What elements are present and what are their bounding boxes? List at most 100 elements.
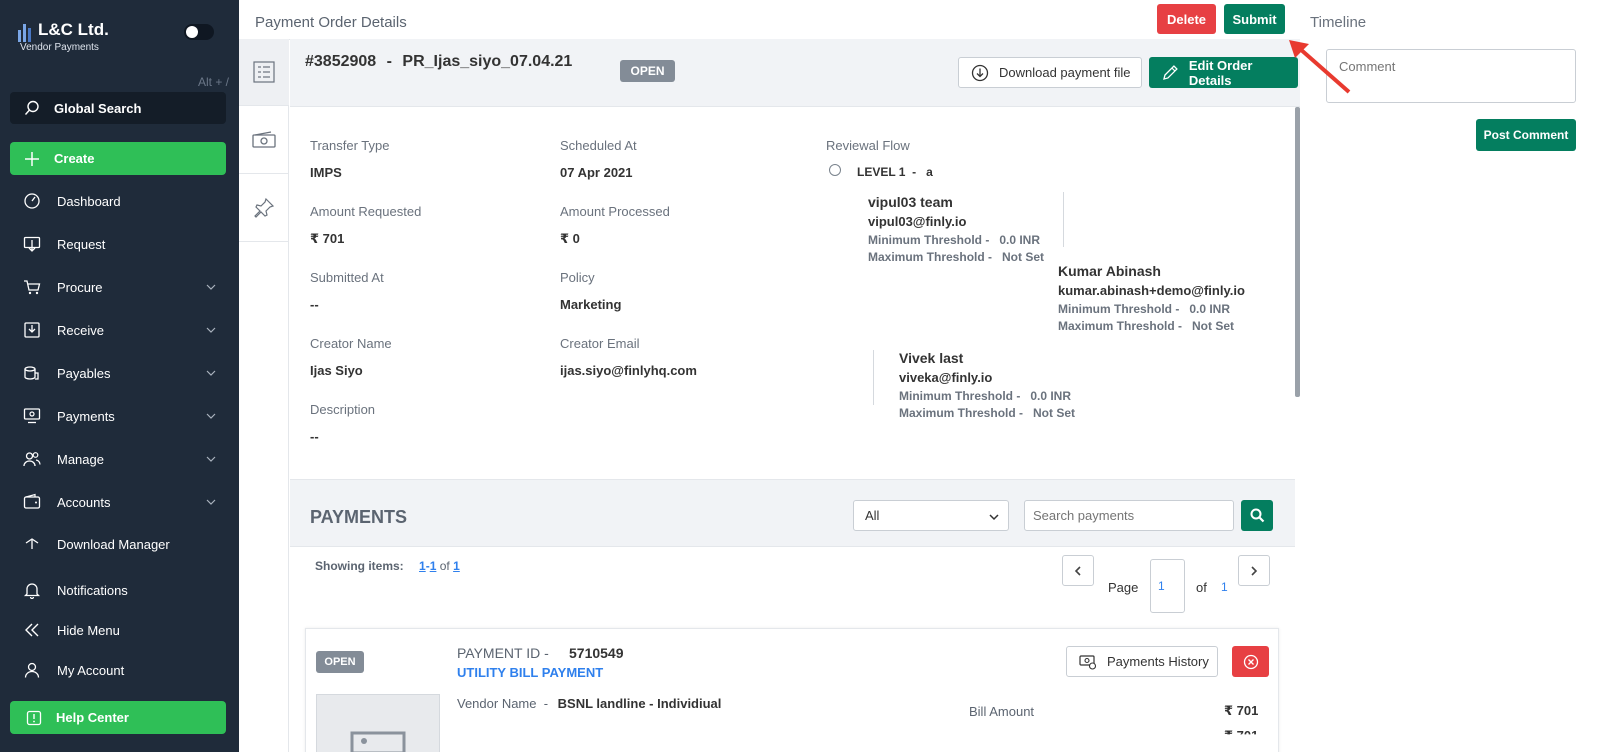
sidebar-item-receive[interactable]: Receive bbox=[22, 318, 217, 342]
sidebar-item-label: My Account bbox=[57, 662, 125, 678]
vendor-name-value: BSNL landline - Individiual bbox=[557, 696, 722, 711]
payment-image-placeholder bbox=[316, 694, 440, 752]
inbox-download-icon bbox=[22, 320, 42, 340]
payments-header: PAYMENTS All bbox=[290, 479, 1295, 547]
payments-filter-select[interactable]: All bbox=[853, 500, 1009, 531]
search-icon bbox=[1250, 508, 1264, 523]
reviewer-max-threshold: Maximum Threshold - Not Set bbox=[1058, 319, 1235, 333]
brand-title: L&C Ltd. bbox=[38, 20, 109, 39]
create-button[interactable]: Create bbox=[10, 142, 226, 175]
comment-input[interactable] bbox=[1326, 49, 1576, 103]
search-icon bbox=[24, 100, 39, 115]
reviewer-name: Kumar Abinash bbox=[1058, 263, 1161, 279]
payment-id-value: 5710549 bbox=[569, 645, 624, 661]
close-circle-icon bbox=[1243, 654, 1258, 669]
pin-icon bbox=[254, 197, 275, 218]
help-center-label: Help Center bbox=[56, 710, 129, 725]
field-value: Ijas Siyo bbox=[310, 363, 363, 378]
tab-order-details[interactable] bbox=[239, 39, 289, 106]
coins-icon bbox=[22, 363, 42, 383]
field-value: ₹ 701 bbox=[310, 231, 345, 246]
field-label: Transfer Type bbox=[310, 138, 390, 153]
chevron-down-icon bbox=[206, 370, 216, 376]
cancel-payment-button[interactable] bbox=[1232, 646, 1269, 677]
showing-from-link[interactable]: 1 bbox=[419, 559, 426, 573]
sidebar-item-label: Accounts bbox=[57, 494, 111, 510]
order-header: #3852908 - PR_Ijas_siyo_07.04.21 OPEN Do… bbox=[290, 39, 1300, 107]
prev-page-button[interactable] bbox=[1062, 555, 1094, 586]
field-label: Creator Name bbox=[310, 336, 392, 351]
request-icon bbox=[22, 234, 42, 254]
sidebar-item-payables[interactable]: Payables bbox=[22, 361, 217, 385]
brand-logo-icon bbox=[18, 22, 32, 42]
tab-pinned[interactable] bbox=[239, 175, 289, 242]
field-value: Marketing bbox=[560, 297, 622, 312]
brand[interactable]: L&C Ltd. bbox=[18, 18, 109, 42]
list-details-icon bbox=[253, 61, 275, 83]
sidebar-item-hide-menu[interactable]: Hide Menu bbox=[22, 618, 217, 642]
showing-total-link[interactable]: 1 bbox=[453, 559, 460, 573]
download-payment-file-button[interactable]: Download payment file bbox=[958, 57, 1142, 88]
reviewer-connector bbox=[1063, 192, 1064, 247]
field-amount-processed: Amount Processed ₹ 0 bbox=[560, 204, 670, 247]
create-label: Create bbox=[54, 151, 95, 166]
field-label: Creator Email bbox=[560, 336, 640, 351]
payments-history-button[interactable]: Payments History bbox=[1066, 646, 1218, 677]
edit-order-details-label: Edit Order Details bbox=[1188, 57, 1253, 88]
sidebar-item-dashboard[interactable]: Dashboard bbox=[22, 189, 217, 213]
theme-toggle[interactable] bbox=[184, 24, 214, 40]
sidebar-item-label: Hide Menu bbox=[57, 622, 120, 638]
showing-to-link[interactable]: 1 bbox=[430, 559, 437, 573]
level-radio[interactable] bbox=[829, 164, 841, 176]
field-value: ₹ 0 bbox=[560, 231, 580, 246]
field-creator-name: Creator Name Ijas Siyo bbox=[310, 336, 392, 378]
field-submitted-at: Submitted At -- bbox=[310, 270, 384, 312]
next-page-button[interactable] bbox=[1238, 555, 1270, 586]
bell-icon bbox=[22, 580, 42, 600]
sidebar-item-request[interactable]: Request bbox=[22, 232, 217, 256]
payment-id-label: PAYMENT ID - bbox=[457, 645, 549, 661]
pencil-icon bbox=[1163, 64, 1178, 80]
field-label: Submitted At bbox=[310, 270, 384, 285]
payment-screen-icon bbox=[22, 406, 42, 426]
sidebar-item-payments[interactable]: Payments bbox=[22, 404, 217, 428]
plus-icon bbox=[25, 151, 39, 166]
page-label: Page bbox=[1108, 580, 1139, 595]
field-transfer-type: Transfer Type IMPS bbox=[310, 138, 389, 180]
search-payments-input[interactable] bbox=[1024, 500, 1234, 531]
edit-order-details-button[interactable]: Edit Order Details bbox=[1149, 57, 1298, 88]
reviewer-email: viveka@finly.io bbox=[899, 370, 993, 385]
order-separator: - bbox=[386, 53, 392, 70]
user-icon bbox=[22, 660, 42, 680]
sidebar-item-download-manager[interactable]: Download Manager bbox=[22, 537, 217, 553]
field-label: Policy bbox=[560, 270, 595, 285]
filter-selected-value: All bbox=[865, 508, 880, 523]
field-value: IMPS bbox=[310, 165, 342, 180]
tab-payments[interactable] bbox=[239, 107, 289, 174]
sidebar-item-procure[interactable]: Procure bbox=[22, 275, 217, 299]
sidebar-item-notifications[interactable]: Notifications bbox=[22, 578, 217, 602]
sidebar-item-manage[interactable]: Manage bbox=[22, 447, 217, 471]
payment-type-link[interactable]: UTILITY BILL PAYMENT bbox=[457, 665, 603, 680]
chevron-down-icon bbox=[206, 284, 216, 290]
reviewer-email: vipul03@finly.io bbox=[868, 214, 967, 229]
details-scrollbar[interactable] bbox=[1295, 107, 1300, 397]
sidebar-item-accounts[interactable]: Accounts bbox=[22, 490, 217, 514]
brand-subtitle: Vendor Payments bbox=[20, 42, 99, 53]
sidebar: L&C Ltd. Vendor Payments Alt + / Global … bbox=[0, 0, 239, 752]
page-number-input[interactable]: 1 bbox=[1150, 559, 1185, 613]
cart-icon bbox=[22, 277, 42, 297]
review-level-label: LEVEL 1 - a bbox=[857, 165, 933, 179]
post-comment-button[interactable]: Post Comment bbox=[1476, 119, 1576, 151]
page-title: Payment Order Details bbox=[255, 14, 407, 31]
global-search[interactable]: Global Search bbox=[10, 92, 226, 124]
search-payments-button[interactable] bbox=[1241, 500, 1273, 531]
payments-history-label: Payments History bbox=[1107, 654, 1209, 669]
sidebar-item-my-account[interactable]: My Account bbox=[22, 658, 217, 682]
download-circle-icon bbox=[971, 64, 989, 81]
search-shortcut-hint: Alt + / bbox=[197, 75, 229, 89]
help-center-button[interactable]: Help Center bbox=[10, 701, 226, 734]
submit-button[interactable]: Submit bbox=[1224, 4, 1285, 34]
delete-button[interactable]: Delete bbox=[1157, 4, 1216, 34]
showing-of-label: of bbox=[439, 559, 450, 573]
